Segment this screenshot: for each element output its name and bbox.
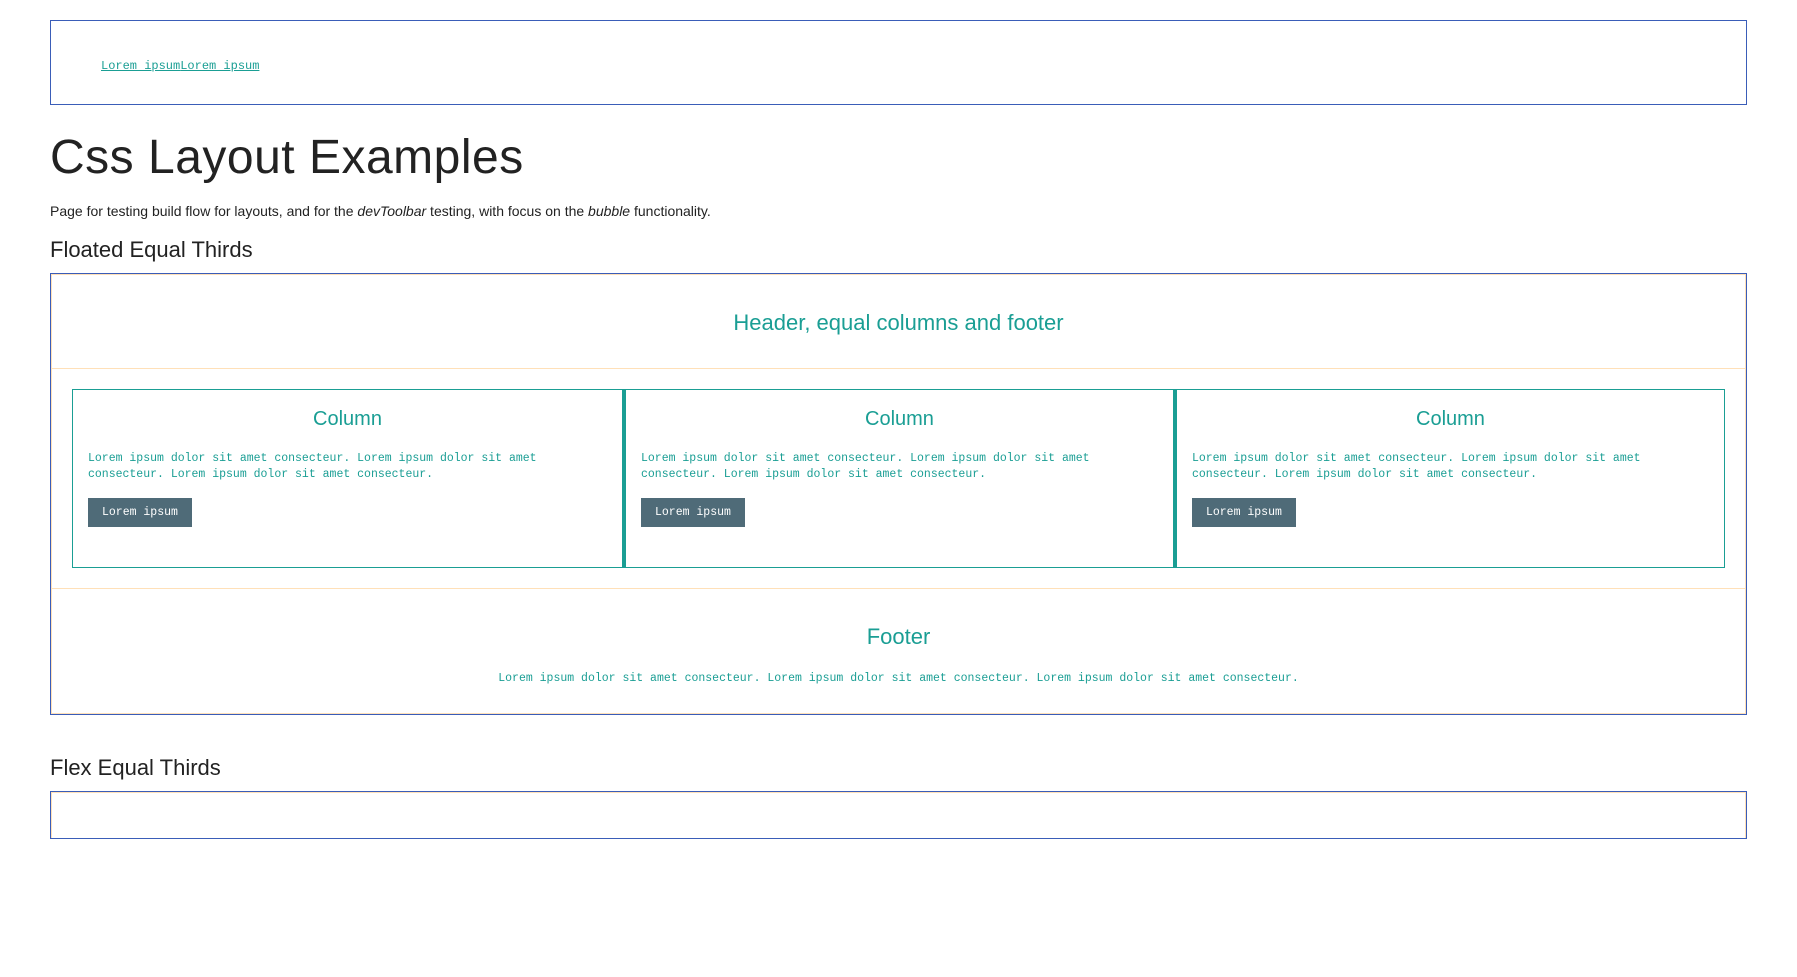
column-text: Lorem ipsum dolor sit amet consecteur. L…: [88, 451, 607, 482]
nav-link-2[interactable]: Lorem ipsum: [180, 59, 259, 73]
column-button[interactable]: Lorem ipsum: [88, 498, 192, 527]
column-title: Column: [1192, 408, 1709, 431]
layout-footer-title: Footer: [72, 624, 1725, 650]
section-floated-thirds: Header, equal columns and footer Column …: [50, 273, 1747, 715]
section-heading-flex: Flex Equal Thirds: [50, 755, 1747, 781]
column-1: Column Lorem ipsum dolor sit amet consec…: [72, 389, 623, 568]
layout-header-title: Header, equal columns and footer: [72, 310, 1725, 336]
top-nav: Lorem ipsumLorem ipsum: [50, 20, 1747, 105]
layout-header: Header, equal columns and footer: [52, 275, 1745, 368]
intro-em-bubble: bubble: [588, 203, 630, 219]
section-inner: Header, equal columns and footer Column …: [51, 274, 1746, 714]
intro-em-devtoolbar: devToolbar: [357, 203, 426, 219]
column-title: Column: [88, 408, 607, 431]
section-flex-thirds: Header, equal columns and footer: [50, 791, 1747, 839]
section-inner: Header, equal columns and footer: [51, 792, 1746, 839]
column-title: Column: [641, 408, 1158, 431]
section-heading-floated: Floated Equal Thirds: [50, 237, 1747, 263]
page-intro: Page for testing build flow for layouts,…: [50, 203, 1747, 219]
column-3: Column Lorem ipsum dolor sit amet consec…: [1174, 389, 1725, 568]
layout-footer: Footer Lorem ipsum dolor sit amet consec…: [52, 589, 1745, 713]
column-text: Lorem ipsum dolor sit amet consecteur. L…: [641, 451, 1158, 482]
column-text: Lorem ipsum dolor sit amet consecteur. L…: [1192, 451, 1709, 482]
intro-text: functionality.: [630, 203, 711, 219]
layout-header-title: Header, equal columns and footer: [72, 834, 1725, 839]
nav-link-1[interactable]: Lorem ipsum: [101, 59, 180, 73]
column-button[interactable]: Lorem ipsum: [641, 498, 745, 527]
column-button[interactable]: Lorem ipsum: [1192, 498, 1296, 527]
intro-text: testing, with focus on the: [426, 203, 588, 219]
columns-wrap: Column Lorem ipsum dolor sit amet consec…: [52, 368, 1745, 589]
intro-text: Page for testing build flow for layouts,…: [50, 203, 357, 219]
columns-container: Column Lorem ipsum dolor sit amet consec…: [72, 389, 1725, 568]
layout-footer-text: Lorem ipsum dolor sit amet consecteur. L…: [72, 672, 1725, 685]
column-2: Column Lorem ipsum dolor sit amet consec…: [623, 389, 1174, 568]
page-title: Css Layout Examples: [50, 130, 1747, 185]
layout-header: Header, equal columns and footer: [52, 793, 1745, 839]
